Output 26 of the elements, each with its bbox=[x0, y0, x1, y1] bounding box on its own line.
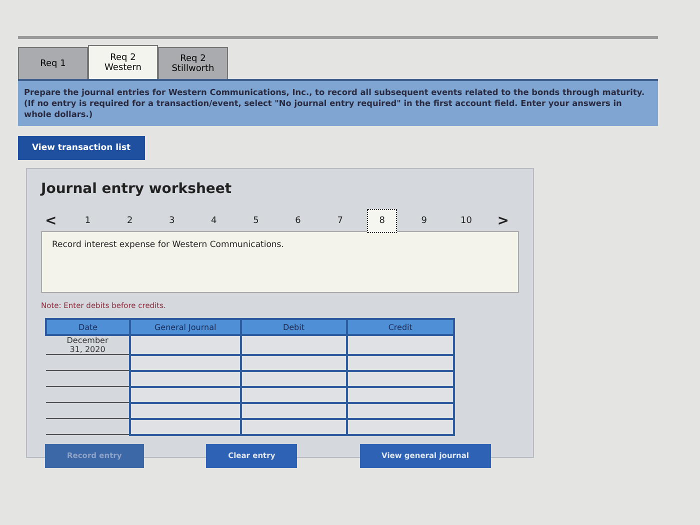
page-button[interactable]: 4 bbox=[198, 209, 229, 233]
credit-field[interactable] bbox=[346, 335, 454, 354]
column-header: Debit bbox=[240, 319, 347, 335]
column-header: Credit bbox=[346, 319, 454, 335]
column-header: Date bbox=[46, 319, 130, 335]
instructions-text: Prepare the journal entries for Western Communications, Inc., to record all subsequent events related to the bonds through maturity. (If no entry is required for a transaction/event, select "No journal entry required" in the first account field. Enter your answers in whole dollars.) bbox=[18, 79, 658, 126]
page-button[interactable]: 7 bbox=[325, 209, 356, 233]
page-button[interactable]: 1 bbox=[72, 209, 103, 233]
view-transaction-list-button[interactable]: View transaction list bbox=[18, 136, 145, 160]
previous-button[interactable]: < bbox=[41, 213, 61, 229]
worksheet-title: Journal entry worksheet bbox=[41, 181, 233, 197]
page-button[interactable]: 10 bbox=[451, 209, 482, 233]
page-button[interactable]: 8 bbox=[367, 209, 398, 233]
page-button[interactable]: 9 bbox=[409, 209, 440, 233]
next-button[interactable]: > bbox=[493, 213, 513, 229]
page-button[interactable]: 2 bbox=[114, 209, 145, 233]
page-button[interactable]: 6 bbox=[283, 209, 314, 233]
column-header: General Journal bbox=[130, 319, 241, 335]
tab[interactable]: Req 2 Stillworth bbox=[158, 47, 228, 79]
page-button[interactable]: 5 bbox=[240, 209, 271, 233]
account-field[interactable] bbox=[130, 335, 241, 354]
page-button[interactable]: 3 bbox=[156, 209, 187, 233]
tab[interactable]: Req 1 bbox=[18, 47, 88, 79]
description-text: Record interest expense for Western Communications. bbox=[41, 231, 519, 293]
debit-field[interactable] bbox=[240, 335, 347, 354]
tab[interactable]: Req 2 Western bbox=[88, 45, 158, 79]
